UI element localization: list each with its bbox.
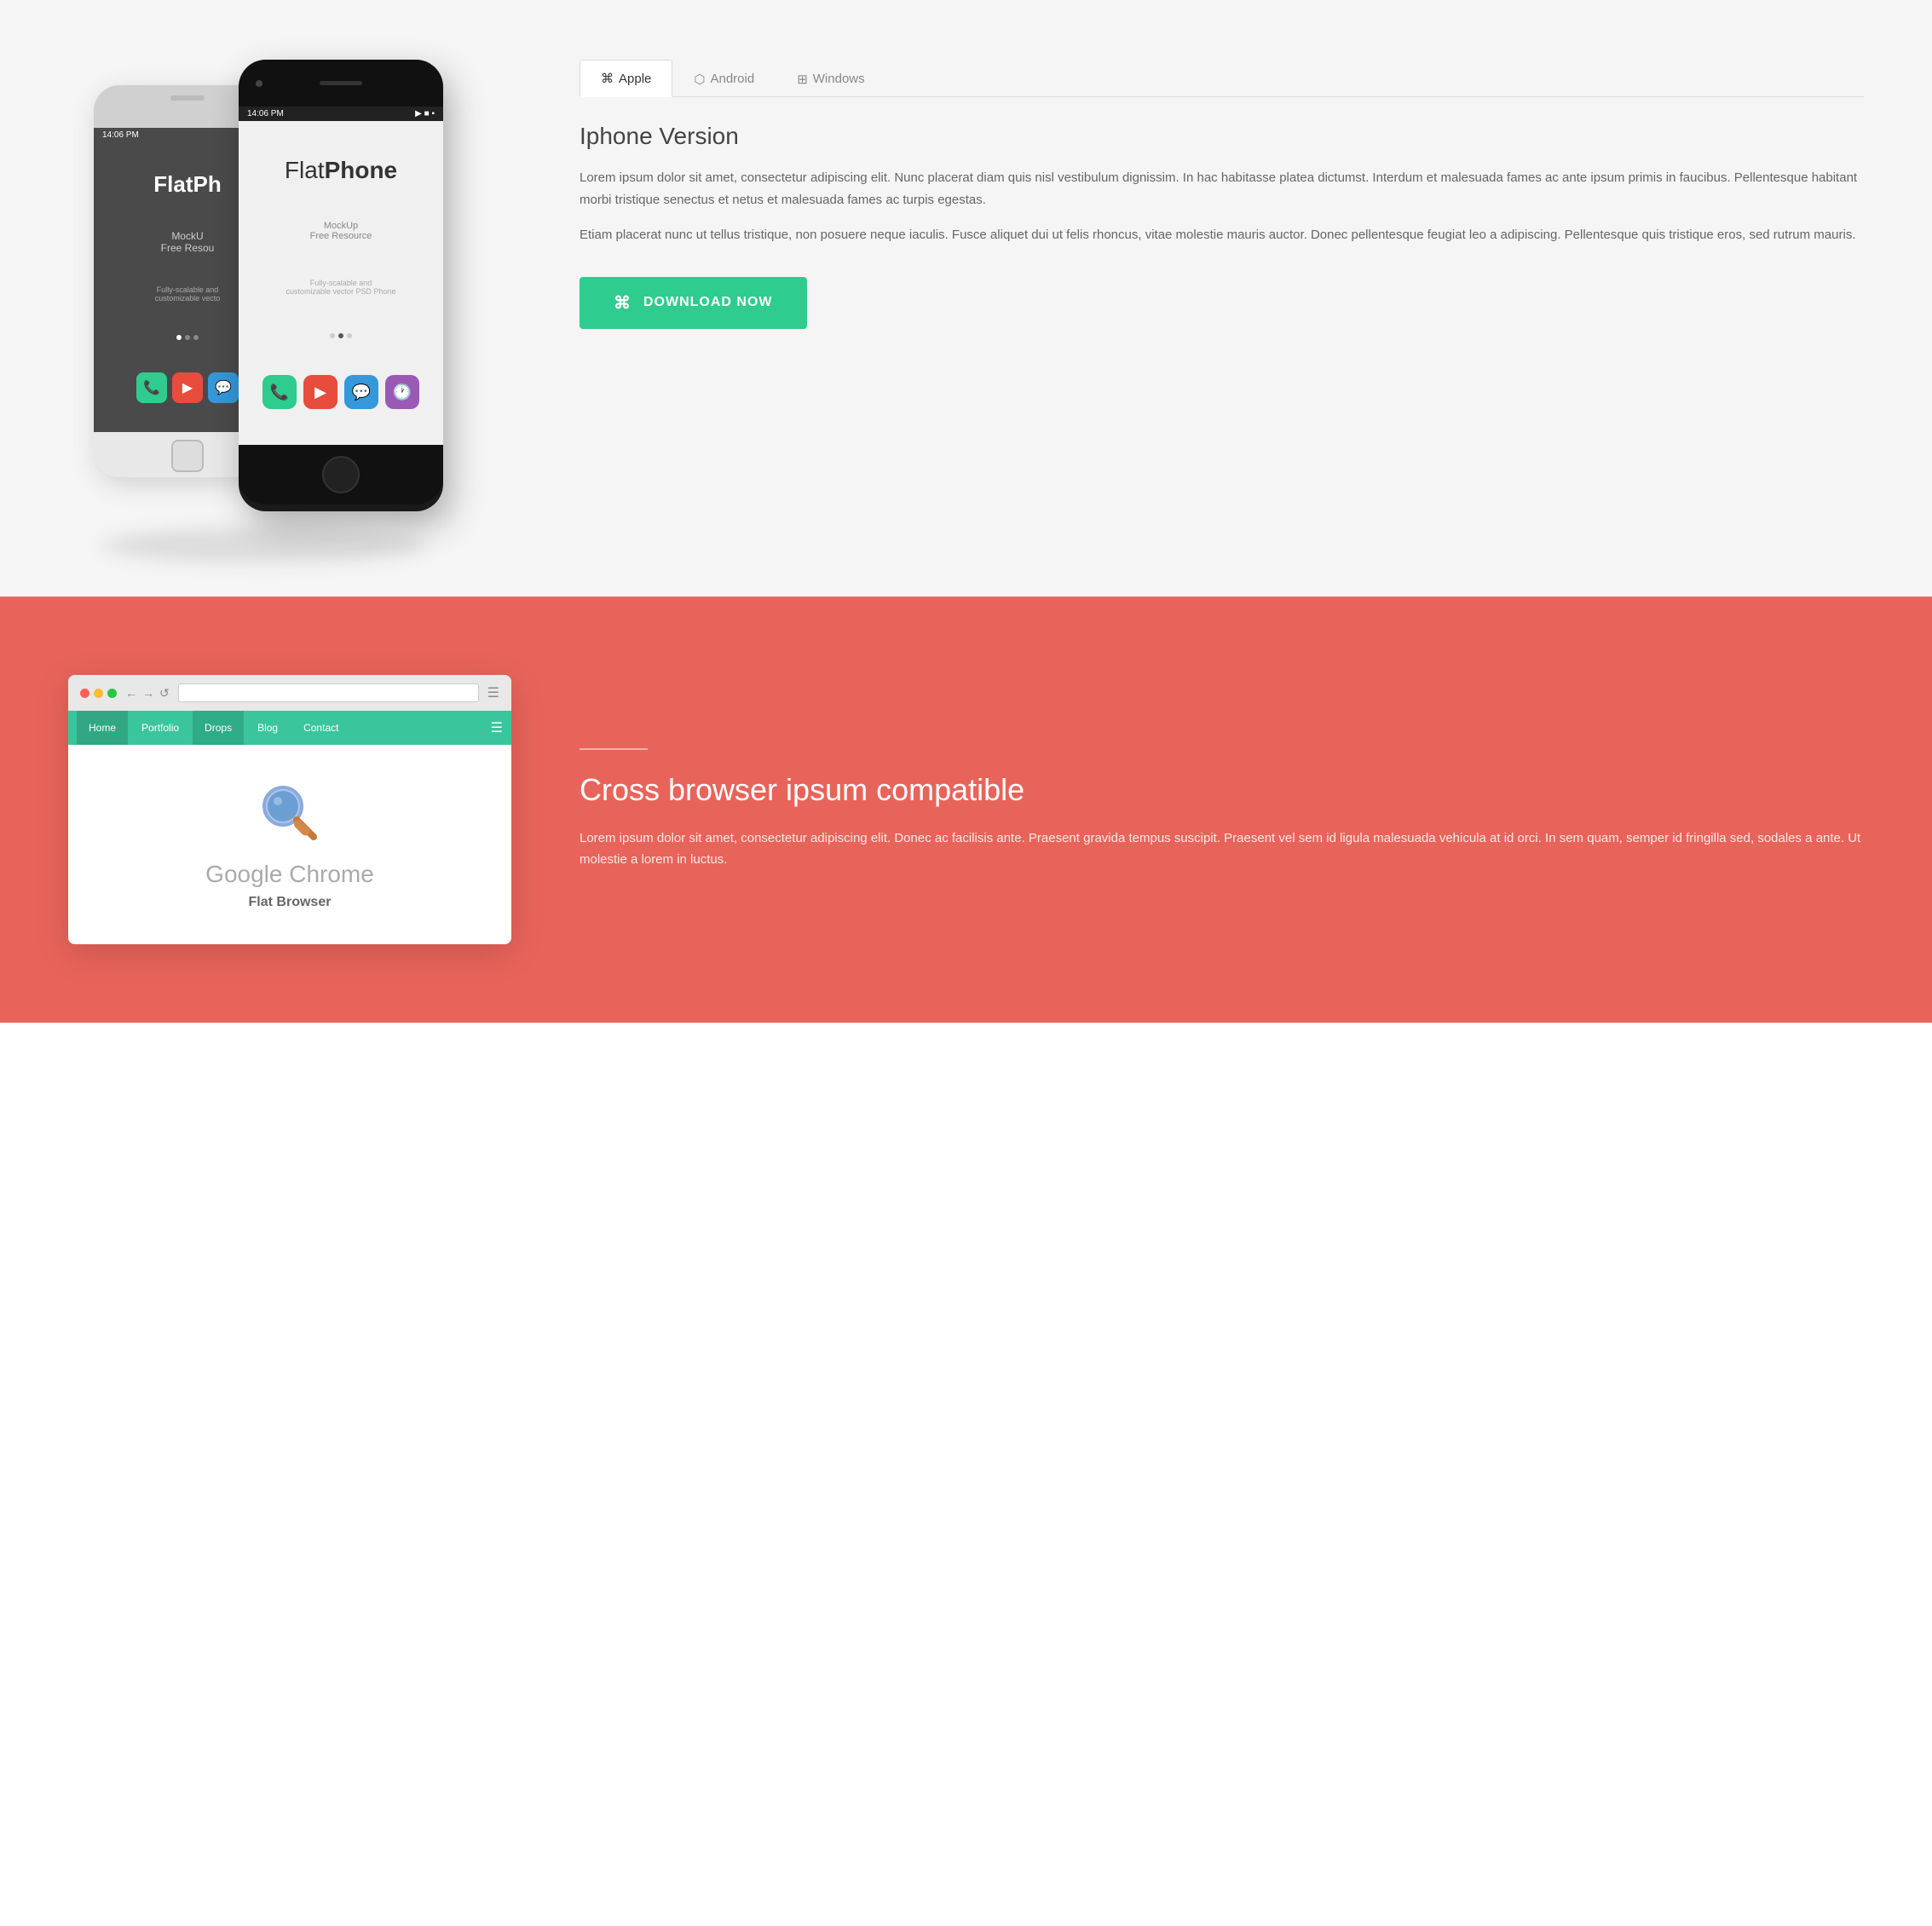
black-app-name-bold: Phone: [325, 157, 398, 183]
black-dots: [330, 333, 352, 338]
black-mockup-label: MockUp Free Resource: [310, 221, 372, 241]
black-icon-phone: 📞: [262, 375, 297, 409]
coral-divider: [580, 748, 648, 750]
description-paragraph-2: Etiam placerat nunc ut tellus tristique,…: [580, 224, 1864, 246]
phone-mockup-area: 14:06 PM ▶ ■ ▪ FlatPh MockU Free Resou F…: [68, 51, 511, 545]
black-mockup-line1: MockUp: [310, 221, 372, 231]
browser-traffic-lights: [80, 689, 117, 698]
apple-icon: ⌘: [601, 71, 614, 86]
phone-black-camera: [256, 80, 262, 87]
nav-blog-label: Blog: [257, 722, 278, 734]
nav-contact-label: Contact: [303, 722, 338, 734]
content-area: ⌘ Apple ⬡ Android ⊞ Windows Iphone Versi…: [580, 51, 1864, 329]
browser-nav-controls: ← → ↺: [125, 686, 170, 701]
browser-content-area: Google Chrome Flat Browser: [68, 745, 511, 944]
phone-black-status: 14:06 PM ▶ ■ ▪: [239, 107, 443, 121]
browser-app-sub: Flat Browser: [249, 895, 332, 910]
icon-phone: 📞: [136, 372, 167, 403]
white-home-btn: [171, 440, 204, 472]
browser-navbar: Home Portfolio Drops Blog Contact ☰: [68, 711, 511, 745]
coral-content-area: Cross browser ipsum compatible Lorem ips…: [580, 748, 1864, 871]
browser-dot-red: [80, 689, 89, 698]
phone-black: 14:06 PM ▶ ■ ▪ FlatPhone MockUp Free Res…: [239, 60, 443, 511]
black-dot-2: [338, 333, 343, 338]
browser-refresh-btn[interactable]: ↺: [159, 686, 170, 701]
black-app-icons: 📞 ▶ 💬 🕐: [262, 375, 419, 409]
black-mockup-line2: Free Resource: [310, 231, 372, 241]
platform-tabs: ⌘ Apple ⬡ Android ⊞ Windows: [580, 60, 1864, 97]
browser-nav-portfolio[interactable]: Portfolio: [130, 711, 191, 745]
phone-black-top: [239, 60, 443, 107]
icon-play: ▶: [172, 372, 203, 403]
black-icon-play: ▶: [303, 375, 337, 409]
browser-menu-icon[interactable]: ☰: [487, 684, 499, 701]
browser-window: ← → ↺ ☰ Home Portfolio Drops: [68, 675, 511, 944]
browser-hamburger-icon[interactable]: ☰: [491, 719, 503, 736]
tab-windows-label: Windows: [813, 72, 865, 86]
white-mockup-label: MockU Free Resou: [161, 230, 215, 254]
browser-search-icon: [256, 779, 324, 847]
browser-back-btn[interactable]: ←: [125, 686, 137, 701]
dot-2: [185, 335, 190, 340]
nav-home-label: Home: [89, 722, 116, 734]
black-dot-3: [347, 333, 352, 338]
white-description: Fully-scalable andcustomizable vecto: [155, 285, 221, 303]
dot-3: [193, 335, 199, 340]
white-app-name: FlatPh: [153, 171, 221, 198]
section-phones: 14:06 PM ▶ ■ ▪ FlatPh MockU Free Resou F…: [0, 0, 1932, 597]
tab-windows[interactable]: ⊞ Windows: [776, 60, 885, 97]
browser-mockup-area: ← → ↺ ☰ Home Portfolio Drops: [68, 675, 511, 944]
browser-address-bar[interactable]: [178, 683, 479, 702]
tab-android[interactable]: ⬡ Android: [672, 60, 776, 97]
browser-dot-green: [107, 689, 117, 698]
status-time: 14:06 PM: [102, 130, 139, 140]
white-mockup-line1: MockU: [161, 230, 215, 242]
black-description: Fully-scalable andcustomizable vector PS…: [285, 279, 395, 296]
version-title: Iphone Version: [580, 123, 1864, 150]
browser-nav-blog[interactable]: Blog: [245, 711, 290, 745]
browser-app-name: Google Chrome: [205, 861, 374, 888]
windows-icon: ⊞: [797, 72, 808, 87]
nav-portfolio-label: Portfolio: [141, 722, 179, 734]
black-status-icons: ▶ ■ ▪: [415, 109, 435, 118]
tab-android-label: Android: [710, 72, 754, 86]
browser-nav-home[interactable]: Home: [77, 711, 128, 745]
section-browser: ← → ↺ ☰ Home Portfolio Drops: [0, 597, 1932, 1023]
browser-nav-drops[interactable]: Drops: [193, 711, 244, 745]
phone-black-screen: FlatPhone MockUp Free Resource Fully-sca…: [239, 121, 443, 445]
android-icon: ⬡: [694, 72, 705, 87]
icon-chat: 💬: [208, 372, 239, 403]
white-app-icons: 📞 ▶ 💬: [136, 372, 239, 403]
phone-black-speaker: [320, 81, 362, 85]
black-dot-1: [330, 333, 335, 338]
browser-dot-yellow: [94, 689, 103, 698]
white-mockup-line2: Free Resou: [161, 242, 215, 254]
tab-apple-label: Apple: [619, 72, 651, 86]
black-app-name: FlatPhone: [285, 157, 397, 184]
black-icon-clock: 🕐: [385, 375, 419, 409]
coral-description: Lorem ipsum dolor sit amet, consectetur …: [580, 827, 1864, 871]
nav-drops-label: Drops: [205, 722, 232, 734]
phone-black-bottom: [239, 445, 443, 505]
browser-chrome-bar: ← → ↺ ☰: [68, 675, 511, 711]
phone-speaker: [170, 95, 205, 101]
black-status-time: 14:06 PM: [247, 109, 284, 118]
dot-1: [176, 335, 182, 340]
black-home-btn: [322, 456, 360, 493]
description-paragraph-1: Lorem ipsum dolor sit amet, consectetur …: [580, 167, 1864, 210]
coral-title: Cross browser ipsum compatible: [580, 770, 1864, 810]
white-app-name-text: FlatPh: [153, 171, 221, 197]
download-button[interactable]: ⌘ DOWNLOAD NOW: [580, 277, 807, 329]
browser-forward-btn[interactable]: →: [142, 686, 154, 701]
download-apple-icon: ⌘: [614, 292, 632, 314]
browser-nav-contact[interactable]: Contact: [291, 711, 350, 745]
black-icon-chat: 💬: [344, 375, 378, 409]
white-dots: [176, 335, 199, 340]
download-button-label: DOWNLOAD NOW: [643, 295, 773, 310]
tab-apple[interactable]: ⌘ Apple: [580, 60, 672, 97]
